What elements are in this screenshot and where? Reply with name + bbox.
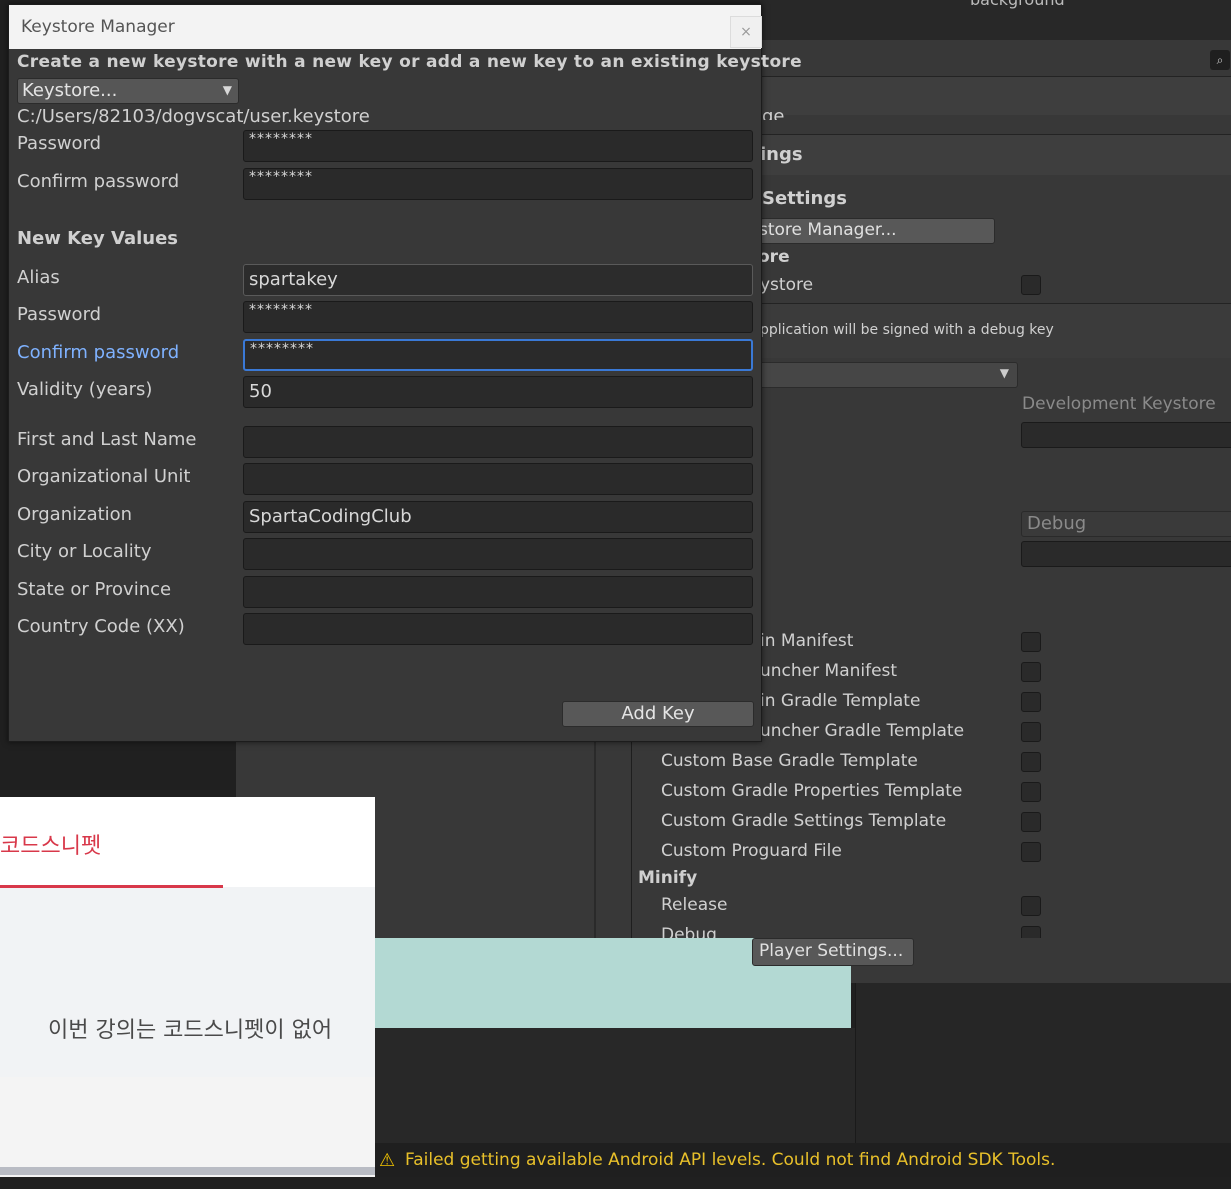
publishing-settings-heading[interactable]: Settings	[762, 188, 847, 209]
checkbox-1[interactable]	[1021, 662, 1041, 682]
minify-release-label: Release	[661, 895, 728, 915]
web-scrollbar[interactable]	[0, 1167, 375, 1175]
settings-item-3: uncher Gradle Template	[760, 721, 965, 741]
new-key-heading: New Key Values	[17, 228, 179, 249]
validity-value: 50	[249, 381, 272, 402]
key-password-value: ********	[249, 302, 313, 318]
keystore-password-field[interactable]: ********	[243, 130, 753, 162]
custom-keystore-label: ystore	[760, 275, 814, 295]
settings-item-7: Custom Proguard File	[661, 841, 842, 861]
keystore-confirm-label: Confirm password	[17, 171, 180, 192]
checkbox-2[interactable]	[1021, 692, 1041, 712]
add-key-button[interactable]: Add Key	[562, 701, 754, 727]
minify-debug-row: Debug	[630, 925, 1231, 938]
lecture-text: 이번 강의는 코드스니펫이 없어	[48, 1018, 333, 1043]
lecture-text-row: 이번 강의는 코드스니펫이 없어	[0, 1012, 375, 1044]
key-confirm-label: Confirm password	[17, 342, 180, 363]
debug-password-field[interactable]	[1021, 541, 1231, 567]
checkbox-3[interactable]	[1021, 722, 1041, 742]
section-band	[760, 134, 1231, 175]
checkbox-0[interactable]	[1021, 632, 1041, 652]
section-settings-label[interactable]: ings	[760, 144, 803, 165]
keystore-confirm-field[interactable]: ********	[243, 168, 753, 200]
warning-icon: ⚠	[379, 1150, 396, 1171]
checkbox-7[interactable]	[1021, 842, 1041, 862]
validity-field[interactable]: 50	[243, 376, 753, 408]
alias-field[interactable]: spartakey	[243, 264, 753, 296]
keystore-password-value: ********	[249, 131, 313, 147]
keystore-password-label: Password	[17, 133, 102, 154]
keystore-dropdown[interactable]: Keystore... ▼	[17, 78, 239, 104]
country-field[interactable]	[243, 613, 753, 645]
org-unit-label: Organizational Unit	[17, 466, 191, 487]
development-keystore-field[interactable]	[1021, 422, 1231, 448]
active-tab-underline	[0, 885, 223, 888]
status-bar[interactable]: ⚠ Failed getting available Android API l…	[375, 1143, 1231, 1177]
key-password-field[interactable]: ********	[243, 301, 753, 333]
city-field[interactable]	[243, 538, 753, 570]
keystore-heading: ore	[758, 247, 790, 267]
minify-debug-checkbox[interactable]	[1021, 926, 1041, 938]
organization-field[interactable]: SpartaCodingClub	[243, 501, 753, 533]
org-unit-field[interactable]	[243, 463, 753, 495]
dialog-heading: Create a new keystore with a new key or …	[17, 52, 802, 72]
checkbox-6[interactable]	[1021, 812, 1041, 832]
checkbox-5[interactable]	[1021, 782, 1041, 802]
alias-label: Alias	[17, 267, 60, 288]
first-last-label: First and Last Name	[17, 429, 197, 450]
chevron-down-icon: ▼	[999, 366, 1009, 380]
alias-value: spartakey	[249, 269, 338, 290]
debug-value: Debug	[1027, 513, 1087, 534]
country-label: Country Code (XX)	[17, 616, 185, 637]
checkbox-4[interactable]	[1021, 752, 1041, 772]
top-partial-text: background	[970, 0, 1065, 9]
state-label: State or Province	[17, 579, 172, 600]
keystore-path: C:/Users/82103/dogvscat/user.keystore	[17, 106, 370, 127]
settings-item-4: Custom Base Gradle Template	[661, 751, 918, 771]
keystore-manager-label: store Manager...	[759, 220, 897, 240]
status-message: Failed getting available Android API lev…	[405, 1150, 1056, 1170]
settings-item-5: Custom Gradle Properties Template	[661, 781, 963, 801]
section-partial-label: ge	[762, 106, 785, 120]
keystore-confirm-value: ********	[249, 169, 313, 185]
validity-label: Validity (years)	[17, 379, 153, 400]
keystore-select-dropdown[interactable]: ▼	[752, 362, 1018, 388]
settings-item-0: in Manifest	[760, 631, 854, 651]
first-last-field[interactable]	[243, 426, 753, 458]
organization-label: Organization	[17, 504, 133, 525]
debug-field[interactable]: Debug	[1021, 511, 1231, 537]
organization-value: SpartaCodingClub	[249, 506, 412, 527]
key-password-label: Password	[17, 304, 102, 325]
state-field[interactable]	[243, 576, 753, 608]
code-snippet-tab[interactable]: 코드스니펫	[0, 828, 101, 860]
dialog-title: Keystore Manager	[21, 17, 175, 37]
minify-debug-label: Debug	[661, 925, 717, 938]
keystore-manager-dialog: Keystore Manager × Create a new keystore…	[8, 4, 802, 742]
key-confirm-value: ********	[250, 341, 314, 357]
dialog-titlebar[interactable]: Keystore Manager ×	[9, 5, 762, 49]
player-settings-button[interactable]: Player Settings...	[752, 938, 914, 966]
keystore-manager-button[interactable]: store Manager...	[752, 218, 995, 244]
splitter[interactable]	[594, 738, 596, 938]
settings-item-2: in Gradle Template	[760, 691, 921, 711]
search-icon[interactable]: ⌕	[1210, 50, 1230, 70]
settings-item-1: uncher Manifest	[760, 661, 898, 681]
editor-lower-area	[375, 1028, 855, 1143]
debug-note: pplication will be signed with a debug k…	[760, 322, 1054, 338]
player-settings-label: Player Settings...	[759, 941, 904, 961]
web-page-bottom	[0, 1077, 375, 1177]
close-icon[interactable]: ×	[730, 16, 762, 48]
minify-release-checkbox[interactable]	[1021, 896, 1041, 916]
minify-heading[interactable]: Minify	[638, 868, 697, 888]
section-band	[760, 76, 1231, 115]
custom-keystore-checkbox[interactable]	[1021, 275, 1041, 295]
city-label: City or Locality	[17, 541, 152, 562]
keystore-dropdown-label: Keystore...	[22, 80, 118, 101]
chevron-down-icon: ▼	[222, 83, 232, 97]
inspector-lower-area	[855, 983, 1231, 1143]
development-keystore-label: Development Keystore	[1022, 394, 1216, 414]
settings-item-6: Custom Gradle Settings Template	[661, 811, 947, 831]
key-confirm-field[interactable]: ********	[243, 339, 753, 371]
